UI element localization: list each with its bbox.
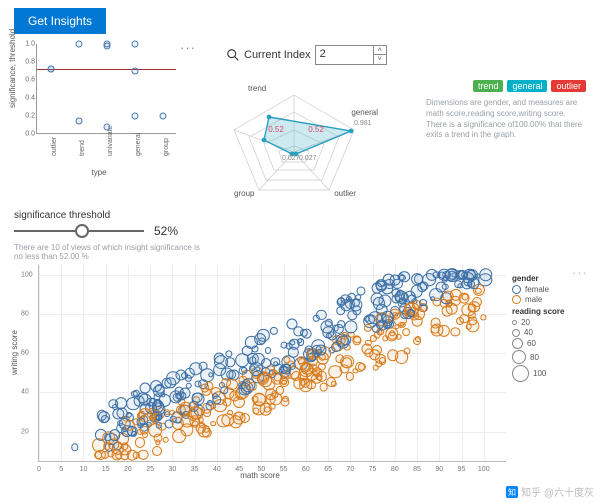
tag-outlier[interactable]: outlier [551, 80, 586, 92]
insight-panel: trendgeneral outlier Dimensions are gende… [426, 80, 586, 141]
small-chart-ylabel: significance, threshold [8, 29, 17, 108]
radar-axis-trend: trend [248, 84, 266, 93]
svg-text:知: 知 [508, 487, 516, 497]
svg-text:0.981: 0.981 [354, 120, 372, 127]
tag-trend[interactable]: trend [473, 80, 504, 92]
scatter-xlabel: math score [14, 471, 506, 480]
legend-gender-head: gender [512, 274, 586, 283]
small-chart-xlabel: type [14, 168, 184, 177]
get-insights-button[interactable]: Get Insights [14, 8, 106, 34]
insight-desc-1: Dimensions are gender, and measures are … [426, 98, 586, 120]
svg-text:0.027: 0.027 [282, 155, 300, 162]
significance-chart: ··· significance, threshold 0.00.20.40.6… [14, 40, 184, 175]
scatter-plot-area: 0510152025303540455055606570758085909510… [38, 265, 506, 462]
index-step-up[interactable]: ˄ [374, 46, 386, 55]
chart-more-icon[interactable]: ··· [180, 40, 196, 55]
current-index-input[interactable]: 2 ˄ ˅ [315, 45, 387, 65]
top-row: ··· significance, threshold 0.00.20.40.6… [14, 40, 586, 210]
legend-male[interactable]: male [512, 295, 586, 304]
slider-percent: 52% [154, 224, 178, 238]
current-index-label: Current Index [244, 49, 311, 61]
scatter-ylabel: writing score [10, 330, 19, 375]
tag-general[interactable]: general [507, 80, 547, 92]
legend-size-40[interactable]: 40 [512, 328, 586, 337]
legend-size-80[interactable]: 80 [512, 350, 586, 364]
legend-size-head: reading score [512, 307, 586, 316]
svg-text:0.52: 0.52 [308, 125, 324, 134]
current-index-value: 2 [316, 46, 373, 64]
current-index-control: Current Index 2 ˄ ˅ [226, 45, 387, 65]
small-chart-plot: 0.00.20.40.60.81.0outliertrendunivariate… [36, 44, 176, 134]
search-icon [226, 48, 240, 62]
radar-axis-general: general [351, 108, 378, 117]
svg-text:0.027: 0.027 [299, 155, 317, 162]
slider-thumb[interactable] [75, 224, 89, 238]
scatter-legend: gender female male reading score 2040608… [512, 271, 586, 383]
legend-size-20[interactable]: 20 [512, 318, 586, 327]
insight-desc-2: There is a significance of100.00% that t… [426, 120, 586, 142]
radar-chart: 0.52 0.52 0.981 0.027 0.027 trend genera… [214, 80, 374, 210]
watermark: 知 知乎 @六十度灰 [506, 484, 594, 499]
threshold-slider-block: significance threshold 52% There are 10 … [14, 210, 209, 261]
legend-size-60[interactable]: 60 [512, 338, 586, 349]
legend-size-100[interactable]: 100 [512, 365, 586, 382]
scatter-chart: ··· writing score 0510152025303540455055… [14, 265, 586, 478]
slider-note: There are 10 of views of which insight s… [14, 243, 204, 261]
radar-axis-outlier: outlier [334, 189, 356, 198]
index-step-down[interactable]: ˅ [374, 55, 386, 64]
slider-title: significance threshold [14, 210, 209, 221]
svg-text:0.52: 0.52 [268, 125, 284, 134]
legend-female[interactable]: female [512, 285, 586, 294]
threshold-slider[interactable] [14, 223, 144, 239]
zhihu-icon: 知 [506, 486, 518, 498]
radar-axis-group: group [234, 189, 254, 198]
